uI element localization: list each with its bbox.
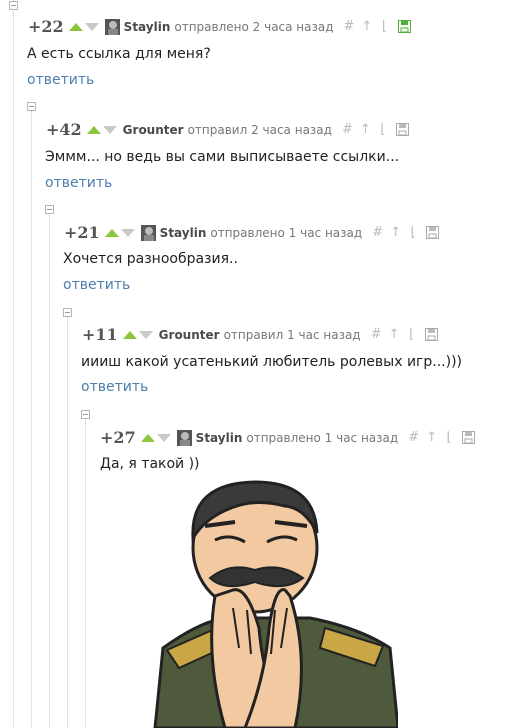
downvote-arrow-icon[interactable] (102, 125, 117, 134)
comment-rating: +42 (46, 120, 82, 139)
branch-icon[interactable]: ⌊ (408, 225, 418, 240)
comment-author[interactable]: Grounter (159, 328, 220, 342)
upvote-arrow-icon[interactable] (104, 228, 119, 237)
comment-text: Эммм... но ведь вы сами выписываете ссыл… (45, 149, 400, 165)
thread-line (13, 0, 14, 728)
downvote-arrow-icon[interactable] (84, 22, 99, 31)
comment-text: иииш какой усатенький любитель ролевых и… (81, 354, 463, 370)
floppy-disk-icon[interactable] (462, 431, 476, 444)
comment-header: +11 Grounter отправил 1 час назад # ↑ ⌊ (82, 325, 446, 344)
comment-text: А есть ссылка для меня? (27, 46, 211, 62)
collapse-toggle[interactable] (9, 1, 18, 10)
comment-time[interactable]: отправлено 1 час назад (246, 431, 398, 445)
up-arrow-icon[interactable]: ↑ (360, 122, 371, 137)
upvote-arrow-icon[interactable] (140, 433, 155, 442)
hash-icon[interactable]: # (372, 225, 383, 240)
comment-time[interactable]: отправлено 1 час назад (210, 226, 362, 240)
up-arrow-icon[interactable]: ↑ (389, 327, 400, 342)
collapse-toggle[interactable] (27, 102, 36, 111)
reply-link[interactable]: ответить (27, 72, 94, 88)
comment-rating: +22 (28, 17, 64, 36)
up-arrow-icon[interactable]: ↑ (362, 19, 373, 34)
branch-icon[interactable]: ⌊ (378, 122, 388, 137)
comment-author[interactable]: Staylin (124, 20, 171, 34)
floppy-disk-icon[interactable] (395, 123, 409, 136)
comment-time[interactable]: отправлено 2 часа назад (174, 20, 333, 34)
comment-header: +21 Staylin отправлено 1 час назад # ↑ ⌊ (64, 223, 447, 242)
hash-icon[interactable]: # (371, 327, 382, 342)
upvote-arrow-icon[interactable] (86, 125, 101, 134)
up-arrow-icon[interactable]: ↑ (390, 225, 401, 240)
hash-icon[interactable]: # (408, 430, 419, 445)
reply-link[interactable]: ответить (81, 379, 148, 395)
comment-text: Да, я такой )) (100, 456, 200, 472)
collapse-toggle[interactable] (81, 410, 90, 419)
avatar[interactable] (176, 429, 192, 446)
comment-rating: +11 (82, 325, 118, 344)
comment-header: +27 Staylin отправлено 1 час назад # ↑ ⌊ (100, 428, 483, 447)
comment-image (153, 480, 398, 728)
collapse-toggle[interactable] (63, 308, 72, 317)
comment-text: Хочется разнообразия.. (63, 251, 238, 267)
upvote-arrow-icon[interactable] (68, 22, 83, 31)
comment-author[interactable]: Grounter (123, 123, 184, 137)
thread-line (67, 311, 68, 728)
floppy-disk-icon[interactable] (424, 328, 438, 341)
hash-icon[interactable]: # (342, 122, 353, 137)
comment-author[interactable]: Staylin (160, 226, 207, 240)
reply-link[interactable]: ответить (63, 277, 130, 293)
comment-time[interactable]: отправил 1 час назад (224, 328, 361, 342)
comment-author[interactable]: Staylin (196, 431, 243, 445)
branch-icon[interactable]: ⌊ (380, 19, 390, 34)
thread-line (31, 105, 32, 728)
comment-header: +22 Staylin отправлено 2 часа назад # ↑ … (28, 17, 419, 36)
comment-rating: +27 (100, 428, 136, 447)
branch-icon[interactable]: ⌊ (407, 327, 417, 342)
floppy-disk-icon[interactable] (426, 226, 440, 239)
avatar[interactable] (140, 224, 156, 241)
collapse-toggle[interactable] (45, 205, 54, 214)
comment-header: +42 Grounter отправил 2 часа назад # ↑ ⌊ (46, 120, 417, 139)
branch-icon[interactable]: ⌊ (444, 430, 454, 445)
hash-icon[interactable]: # (344, 19, 355, 34)
reply-link[interactable]: ответить (45, 175, 112, 191)
downvote-arrow-icon[interactable] (120, 228, 135, 237)
avatar[interactable] (104, 18, 120, 35)
comment-rating: +21 (64, 223, 100, 242)
floppy-disk-icon[interactable] (397, 20, 411, 33)
downvote-arrow-icon[interactable] (156, 433, 171, 442)
thread-line (49, 208, 50, 728)
upvote-arrow-icon[interactable] (122, 330, 137, 339)
comment-time[interactable]: отправил 2 часа назад (188, 123, 332, 137)
thread-line (85, 413, 86, 728)
downvote-arrow-icon[interactable] (138, 330, 153, 339)
up-arrow-icon[interactable]: ↑ (426, 430, 437, 445)
